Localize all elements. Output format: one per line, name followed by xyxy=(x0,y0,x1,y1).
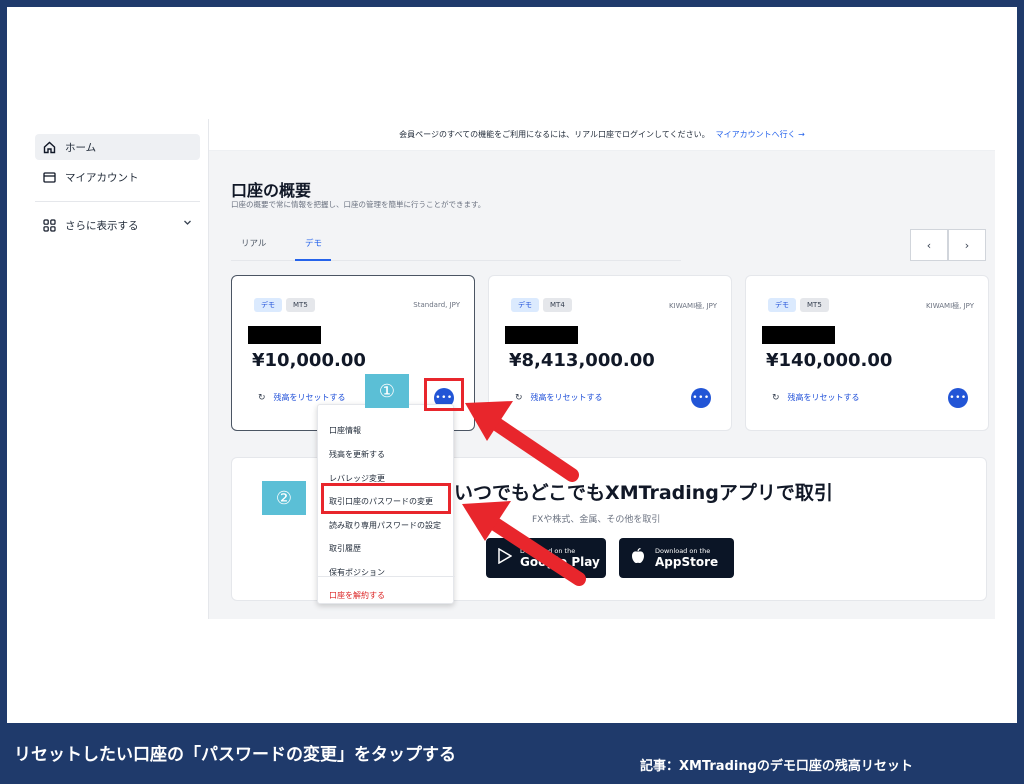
account-balance: ¥8,413,000.00 xyxy=(509,350,655,371)
redacted-account-number xyxy=(505,326,578,344)
apple-icon xyxy=(631,547,645,568)
card-icon xyxy=(41,169,57,185)
account-balance: ¥140,000.00 xyxy=(766,350,893,371)
prev-page-button[interactable]: ‹ xyxy=(910,229,948,261)
sidebar-divider xyxy=(35,201,200,202)
redacted-account-number xyxy=(248,326,321,344)
screenshot-frame: ホーム マイアカウント さらに表示する 会員ページのすべての機能をご利用になるに… xyxy=(7,7,1017,723)
menu-item-readonly-password[interactable]: 読み取り専用パスワードの設定 xyxy=(329,520,441,531)
google-play-big: Google Play xyxy=(520,555,600,569)
menu-divider xyxy=(318,576,455,577)
login-banner: 会員ページのすべての機能をご利用になるには、リアル口座でログインしてください。 … xyxy=(209,119,995,151)
platform-badge: MT4 xyxy=(543,298,572,312)
tab-demo[interactable]: デモ xyxy=(305,237,322,249)
more-options-button[interactable]: ••• xyxy=(948,388,968,408)
reset-balance-button[interactable]: ↻ 残高をリセットする xyxy=(515,392,603,403)
promo-subtitle: FXや株式、金属、その他を取引 xyxy=(532,515,661,525)
menu-item-close-account[interactable]: 口座を解約する xyxy=(329,590,385,601)
app-store-big: AppStore xyxy=(655,555,719,569)
refresh-icon: ↻ xyxy=(772,392,780,403)
account-tabs: リアル デモ xyxy=(231,229,681,261)
platform-badge: MT5 xyxy=(800,298,829,312)
reset-balance-label: 残高をリセットする xyxy=(530,393,603,402)
highlight-more-button xyxy=(424,378,464,411)
home-icon xyxy=(41,139,57,155)
account-card-2[interactable]: デモ MT4 KIWAMI極, JPY ¥8,413,000.00 ↻ 残高をリ… xyxy=(488,275,732,431)
demo-badge: デモ xyxy=(511,298,539,312)
reset-balance-label: 残高をリセットする xyxy=(273,393,346,402)
demo-badge: デモ xyxy=(768,298,796,312)
app-store-button[interactable]: Download on the AppStore xyxy=(619,538,734,578)
banner-text: 会員ページのすべての機能をご利用になるには、リアル口座でログインしてください。 xyxy=(399,130,710,139)
google-play-small: Download on the xyxy=(520,547,576,555)
google-play-button[interactable]: Download on the Google Play xyxy=(486,538,606,578)
chevron-down-icon xyxy=(183,218,192,230)
sidebar: ホーム マイアカウント さらに表示する xyxy=(7,119,207,619)
highlight-change-password xyxy=(321,483,451,514)
grid-icon xyxy=(41,217,57,233)
sidebar-item-show-more[interactable]: さらに表示する xyxy=(35,212,200,238)
step-1-marker: ① xyxy=(365,374,409,408)
account-type: KIWAMI極, JPY xyxy=(926,302,974,310)
account-type: Standard, JPY xyxy=(413,301,460,309)
refresh-icon: ↻ xyxy=(515,392,523,403)
app-store-small: Download on the xyxy=(655,547,711,555)
more-options-button[interactable]: ••• xyxy=(691,388,711,408)
tab-real[interactable]: リアル xyxy=(241,237,266,249)
sidebar-item-home[interactable]: ホーム xyxy=(35,134,200,160)
menu-item-account-info[interactable]: 口座情報 xyxy=(329,425,361,436)
promo-title: いつでもどこでもXMTradingアプリで取引 xyxy=(454,482,833,504)
step-2-marker: ② xyxy=(262,481,306,515)
tab-active-indicator xyxy=(295,259,331,261)
reset-balance-button[interactable]: ↻ 残高をリセットする xyxy=(772,392,860,403)
article-credit: 記事：XMTradingのデモ口座の残高リセット xyxy=(640,759,913,774)
page-title: 口座の概要 xyxy=(231,181,312,200)
account-balance: ¥10,000.00 xyxy=(252,350,366,371)
reset-balance-label: 残高をリセットする xyxy=(787,393,860,402)
account-type: KIWAMI極, JPY xyxy=(669,302,717,310)
refresh-icon: ↻ xyxy=(258,392,266,403)
reset-balance-button[interactable]: ↻ 残高をリセットする xyxy=(258,392,346,403)
play-icon xyxy=(498,547,513,568)
instruction-caption: リセットしたい口座の「パスワードの変更」をタップする xyxy=(14,745,456,765)
sidebar-item-label: マイアカウント xyxy=(65,171,139,184)
page-subtitle: 口座の概要で常に情報を把握し、口座の管理を簡単に行うことができます。 xyxy=(231,200,486,209)
menu-item-trade-history[interactable]: 取引履歴 xyxy=(329,543,361,554)
sidebar-item-my-account[interactable]: マイアカウント xyxy=(35,164,200,190)
sidebar-item-label: さらに表示する xyxy=(65,219,139,232)
account-card-3[interactable]: デモ MT5 KIWAMI極, JPY ¥140,000.00 ↻ 残高をリセッ… xyxy=(745,275,989,431)
redacted-account-number xyxy=(762,326,835,344)
sidebar-item-label: ホーム xyxy=(65,141,97,154)
platform-badge: MT5 xyxy=(286,298,315,312)
menu-item-update-balance[interactable]: 残高を更新する xyxy=(329,449,385,460)
my-account-link[interactable]: マイアカウントへ行く → xyxy=(716,129,805,140)
demo-badge: デモ xyxy=(254,298,282,312)
next-page-button[interactable]: › xyxy=(948,229,986,261)
